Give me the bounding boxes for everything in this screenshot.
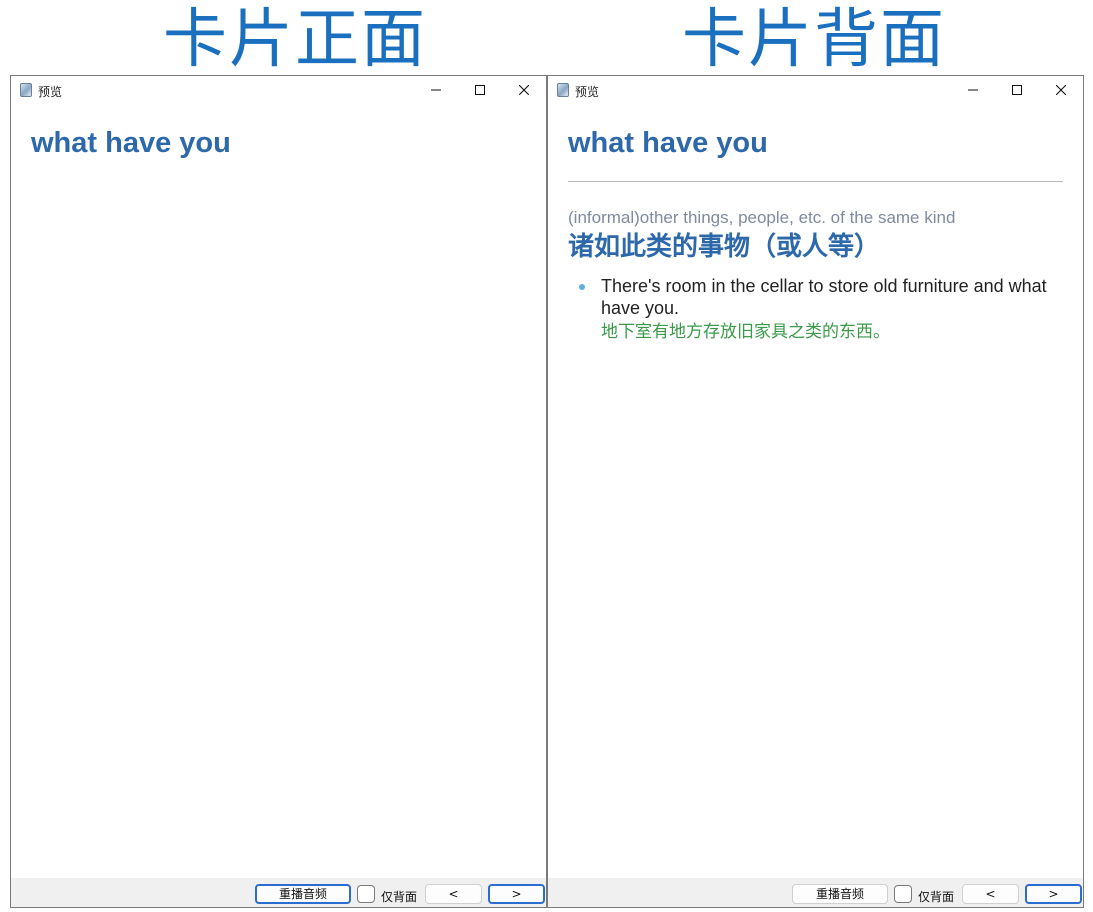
next-button[interactable]: > xyxy=(1025,884,1082,904)
minimize-button[interactable] xyxy=(414,76,458,104)
close-button[interactable] xyxy=(1039,76,1083,104)
maximize-button[interactable] xyxy=(458,76,502,104)
bottom-toolbar: 重播音频 仅背面 < > xyxy=(11,878,546,907)
title-bar[interactable]: 预览 xyxy=(11,76,546,104)
maximize-button[interactable] xyxy=(995,76,1039,104)
next-button[interactable]: > xyxy=(488,884,545,904)
window-title: 预览 xyxy=(575,85,600,99)
divider xyxy=(568,181,1063,182)
card-content: what have you xyxy=(31,104,526,160)
back-only-label: 仅背面 xyxy=(381,890,418,904)
previous-button[interactable]: < xyxy=(425,884,482,904)
title-bar[interactable]: 预览 xyxy=(548,76,1083,104)
example-item: There's room in the cellar to store old … xyxy=(568,275,1063,345)
card-word: what have you xyxy=(568,127,768,159)
sense-definition: (informal)other things, people, etc. of … xyxy=(568,208,956,227)
close-icon xyxy=(519,85,529,95)
minimize-icon xyxy=(968,89,978,91)
window-title: 预览 xyxy=(38,85,63,99)
chinese-definition: 诸如此类的事物（或人等） xyxy=(568,232,881,262)
back-only-checkbox[interactable] xyxy=(894,885,912,903)
minimize-button[interactable] xyxy=(951,76,995,104)
maximize-icon xyxy=(475,85,485,95)
card-content: what have you (informal)other things, pe… xyxy=(568,104,1063,345)
previous-button[interactable]: < xyxy=(962,884,1019,904)
bullet-icon xyxy=(579,284,585,290)
front-card-heading: 卡片正面 xyxy=(163,3,427,77)
maximize-icon xyxy=(1012,85,1022,95)
back-card-heading: 卡片背面 xyxy=(682,3,946,77)
card-word: what have you xyxy=(31,127,231,159)
close-icon xyxy=(1056,85,1066,95)
example-sentence-zh: 地下室有地方存放旧家具之类的东西。 xyxy=(601,322,890,342)
replay-audio-button[interactable]: 重播音频 xyxy=(792,884,888,904)
replay-audio-button[interactable]: 重播音频 xyxy=(255,884,351,904)
bottom-toolbar: 重播音频 仅背面 < > xyxy=(548,878,1083,907)
back-preview-window: 预览 what have you (informal)other things,… xyxy=(547,75,1084,908)
close-button[interactable] xyxy=(502,76,546,104)
front-preview-window: 预览 what have you 重播音频 仅背面 < > xyxy=(10,75,547,908)
back-only-checkbox[interactable] xyxy=(357,885,375,903)
app-icon xyxy=(20,83,32,97)
example-sentence-en: There's room in the cellar to store old … xyxy=(601,276,1047,318)
minimize-icon xyxy=(431,89,441,91)
back-only-label: 仅背面 xyxy=(918,890,955,904)
app-icon xyxy=(557,83,569,97)
